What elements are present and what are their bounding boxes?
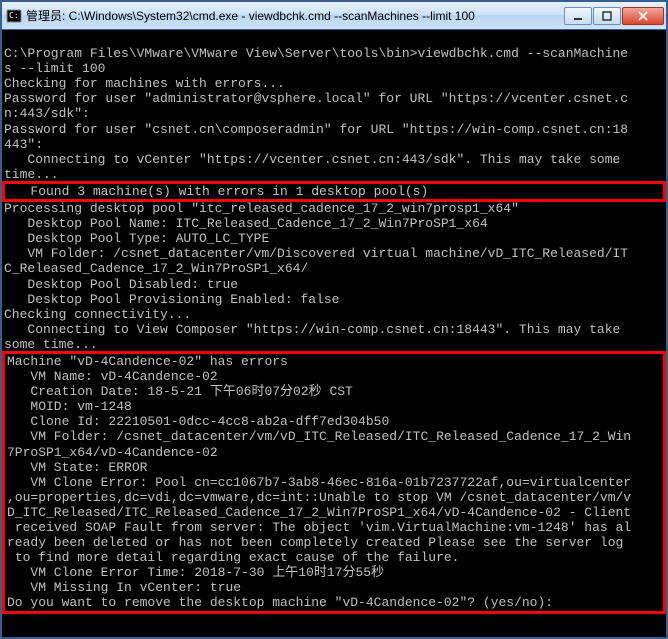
- close-button[interactable]: [622, 7, 664, 25]
- console-line: VM Folder: /csnet_datacenter/vm/Discover…: [4, 246, 664, 261]
- console-line: VM Missing In vCenter: true: [7, 580, 661, 595]
- console-output[interactable]: C:\Program Files\VMware\VMware View\Serv…: [2, 30, 666, 637]
- console-line: MOID: vm-1248: [7, 399, 661, 414]
- console-line: 7ProSP1_x64/vD-4Candence-02: [7, 445, 661, 460]
- window-title: 管理员: C:\Windows\System32\cmd.exe - viewd…: [26, 7, 563, 24]
- console-line: C:\Program Files\VMware\VMware View\Serv…: [4, 46, 664, 61]
- console-line: Password for user "administrator@vsphere…: [4, 91, 664, 106]
- console-line: Processing desktop pool "itc_released_ca…: [4, 201, 664, 216]
- console-line: ready been deleted or has not been compl…: [7, 535, 661, 550]
- console-prompt: Do you want to remove the desktop machin…: [7, 595, 661, 610]
- console-line: C_Released_Cadence_17_2_Win7ProSP1_x64/: [4, 261, 664, 276]
- console-line: VM Folder: /csnet_datacenter/vm/vD_ITC_R…: [7, 429, 661, 444]
- maximize-button[interactable]: [593, 7, 621, 25]
- console-line: Desktop Pool Provisioning Enabled: false: [4, 292, 664, 307]
- console-line: s --limit 100: [4, 61, 664, 76]
- console-line: Desktop Pool Name: ITC_Released_Cadence_…: [4, 216, 664, 231]
- console-line: some time...: [4, 337, 664, 352]
- console-line: received SOAP Fault from server: The obj…: [7, 520, 661, 535]
- window-buttons: [563, 7, 664, 25]
- console-line: n:443/sdk":: [4, 106, 664, 121]
- svg-text:C:: C:: [9, 11, 19, 20]
- console-line: Creation Date: 18-5-21 下午06时07分02秒 CST: [7, 384, 661, 399]
- console-line: Machine "vD-4Candence-02" has errors: [7, 354, 661, 369]
- console-line: Password for user "csnet.cn\composeradmi…: [4, 122, 664, 137]
- console-line: VM State: ERROR: [7, 460, 661, 475]
- cmd-window: C: 管理员: C:\Windows\System32\cmd.exe - vi…: [0, 0, 668, 639]
- console-line: time...: [4, 167, 664, 182]
- console-line: D_ITC_Released/ITC_Released_Cadence_17_2…: [7, 505, 661, 520]
- console-line: ,ou=properties,dc=vdi,dc=vmware,dc=int::…: [7, 490, 661, 505]
- console-line: VM Clone Error Time: 2018-7-30 上午10时17分5…: [7, 565, 661, 580]
- console-line: Checking connectivity...: [4, 307, 664, 322]
- console-line: VM Name: vD-4Candence-02: [7, 369, 661, 384]
- console-line: Clone Id: 22210501-0dcc-4cc8-ab2a-dff7ed…: [7, 414, 661, 429]
- titlebar[interactable]: C: 管理员: C:\Windows\System32\cmd.exe - vi…: [2, 2, 666, 30]
- highlight-machine-error-block: Machine "vD-4Candence-02" has errors VM …: [2, 351, 666, 614]
- console-line: to find more detail regarding exact caus…: [7, 550, 661, 565]
- console-line: Desktop Pool Type: AUTO_LC_TYPE: [4, 231, 664, 246]
- console-line: Connecting to vCenter "https://vcenter.c…: [4, 152, 664, 167]
- cmd-icon: C:: [6, 8, 22, 24]
- console-line: Checking for machines with errors...: [4, 76, 664, 91]
- console-line: Desktop Pool Disabled: true: [4, 277, 664, 292]
- minimize-button[interactable]: [564, 7, 592, 25]
- console-line: 443":: [4, 137, 664, 152]
- console-line: VM Clone Error: Pool cn=cc1067b7-3ab8-46…: [7, 475, 661, 490]
- console-line: Found 3 machine(s) with errors in 1 desk…: [7, 184, 661, 199]
- console-line: Connecting to View Composer "https://win…: [4, 322, 664, 337]
- highlight-found-errors: Found 3 machine(s) with errors in 1 desk…: [2, 181, 666, 202]
